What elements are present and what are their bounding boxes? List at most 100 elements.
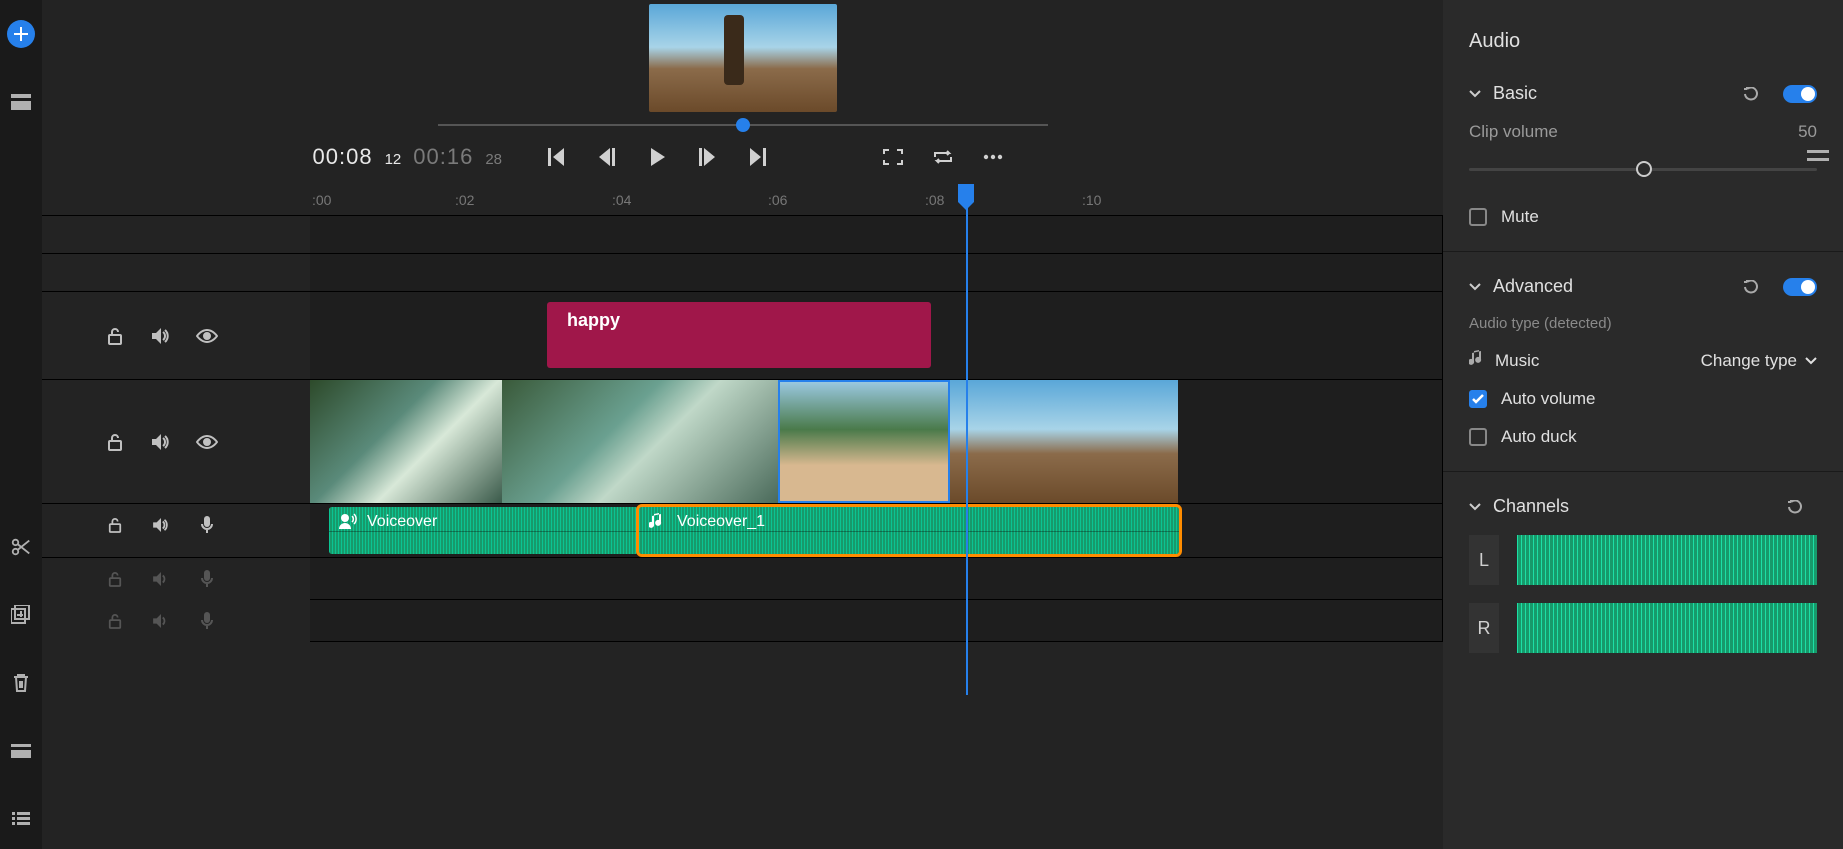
preview-monitor[interactable] xyxy=(649,4,837,112)
video-clip-4[interactable] xyxy=(950,380,1178,503)
channels-section-header[interactable]: Channels xyxy=(1469,496,1817,517)
main-area: 00:08 12 00:16 28 :00 :02 xyxy=(42,0,1443,849)
auto-duck-label: Auto duck xyxy=(1501,427,1577,447)
advanced-toggle[interactable] xyxy=(1783,278,1817,296)
video-track-header xyxy=(42,380,310,503)
duplicate-icon[interactable] xyxy=(7,601,35,629)
channels-label: Channels xyxy=(1493,496,1777,517)
basic-section-header[interactable]: Basic xyxy=(1469,83,1817,104)
chevron-down-icon xyxy=(1469,498,1483,516)
panel-view-icon[interactable] xyxy=(7,737,35,765)
channel-right-waveform xyxy=(1517,603,1817,653)
total-frames: 28 xyxy=(485,151,502,168)
left-rail xyxy=(0,0,42,849)
mute-track-icon[interactable] xyxy=(150,431,172,453)
clip-volume-row: Clip volume 50 xyxy=(1469,122,1817,142)
channel-right-label: R xyxy=(1469,603,1499,653)
audio-track-header xyxy=(42,600,310,642)
audio-clip-voiceover-1[interactable]: Voiceover_1 xyxy=(639,507,1179,554)
playhead-handle[interactable] xyxy=(958,184,974,202)
title-clip-label: happy xyxy=(567,310,620,330)
audio-type-value: Music xyxy=(1495,351,1689,371)
mic-icon[interactable] xyxy=(196,568,218,590)
audio-panel: Audio Basic Clip volume 50 Mute Advanced… xyxy=(1443,0,1843,849)
mic-icon[interactable] xyxy=(196,610,218,632)
change-type-button[interactable]: Change type xyxy=(1701,351,1817,371)
mute-label: Mute xyxy=(1501,207,1539,227)
total-time: 00:16 xyxy=(413,144,473,170)
audio-clip-label: Voiceover_1 xyxy=(677,513,765,531)
fullscreen-icon[interactable] xyxy=(882,146,904,168)
title-clip[interactable]: happy xyxy=(547,302,931,368)
visibility-icon[interactable] xyxy=(196,431,218,453)
auto-volume-checkbox[interactable] xyxy=(1469,390,1487,408)
scrub-handle[interactable] xyxy=(736,118,750,132)
ruler-tick: :02 xyxy=(455,192,474,208)
channel-right-row[interactable]: R xyxy=(1469,603,1817,653)
lock-icon[interactable] xyxy=(104,514,126,536)
list-view-icon[interactable] xyxy=(7,805,35,833)
music-note-icon xyxy=(649,513,663,534)
clip-volume-value[interactable]: 50 xyxy=(1798,122,1817,142)
auto-duck-checkbox[interactable] xyxy=(1469,428,1487,446)
step-forward-button[interactable] xyxy=(696,146,718,168)
project-panel-icon[interactable] xyxy=(7,88,35,116)
lock-icon[interactable] xyxy=(104,431,126,453)
lock-icon[interactable] xyxy=(104,610,126,632)
advanced-label: Advanced xyxy=(1493,276,1733,297)
mute-checkbox[interactable] xyxy=(1469,208,1487,226)
mute-track-icon[interactable] xyxy=(150,325,172,347)
trash-icon[interactable] xyxy=(7,669,35,697)
mute-track-icon[interactable] xyxy=(150,610,172,632)
slider-thumb[interactable] xyxy=(1636,161,1652,177)
panel-toggle-icon[interactable] xyxy=(1807,150,1829,169)
preview-scrub-bar[interactable] xyxy=(438,124,1048,126)
loop-icon[interactable] xyxy=(932,146,954,168)
audio-track-header xyxy=(42,504,310,546)
panel-title: Audio xyxy=(1469,30,1817,53)
channel-left-waveform xyxy=(1517,535,1817,585)
voiceover-icon xyxy=(339,513,357,534)
step-back-button[interactable] xyxy=(596,146,618,168)
go-to-start-button[interactable] xyxy=(546,146,568,168)
audio-clip-label: Voiceover xyxy=(367,513,437,531)
track-header xyxy=(42,254,310,291)
mic-icon[interactable] xyxy=(196,514,218,536)
basic-toggle[interactable] xyxy=(1783,85,1817,103)
advanced-section-header[interactable]: Advanced xyxy=(1469,276,1817,297)
current-time[interactable]: 00:08 xyxy=(313,144,373,170)
go-to-end-button[interactable] xyxy=(746,146,768,168)
mute-row[interactable]: Mute xyxy=(1469,207,1817,227)
lock-icon[interactable] xyxy=(104,325,126,347)
add-media-button[interactable] xyxy=(7,20,35,48)
playhead-line xyxy=(966,202,968,695)
auto-duck-row[interactable]: Auto duck xyxy=(1469,427,1817,447)
reset-icon[interactable] xyxy=(1787,500,1807,514)
play-button[interactable] xyxy=(646,146,668,168)
audio-clip-voiceover[interactable]: Voiceover xyxy=(329,507,638,554)
ruler-tick: :08 xyxy=(925,192,944,208)
ruler-tick: :00 xyxy=(312,192,331,208)
reset-icon[interactable] xyxy=(1743,87,1763,101)
preview-area: 00:08 12 00:16 28 xyxy=(42,0,1443,170)
ruler-tick: :10 xyxy=(1082,192,1101,208)
mute-track-icon[interactable] xyxy=(150,514,172,536)
more-options-icon[interactable] xyxy=(982,146,1004,168)
channel-left-row[interactable]: L xyxy=(1469,535,1817,585)
timeline: :00 :02 :04 :06 :08 :10 xyxy=(42,188,1443,849)
chevron-down-icon xyxy=(1469,85,1483,103)
clip-volume-slider[interactable] xyxy=(1469,168,1817,171)
track-header xyxy=(42,216,310,253)
timeline-ruler[interactable]: :00 :02 :04 :06 :08 :10 xyxy=(42,188,1443,216)
visibility-icon[interactable] xyxy=(196,325,218,347)
auto-volume-row[interactable]: Auto volume xyxy=(1469,389,1817,409)
video-clip-1[interactable] xyxy=(310,380,502,503)
reset-icon[interactable] xyxy=(1743,280,1763,294)
video-clip-2[interactable] xyxy=(502,380,778,503)
current-frames: 12 xyxy=(385,151,402,168)
lock-icon[interactable] xyxy=(104,568,126,590)
mute-track-icon[interactable] xyxy=(150,568,172,590)
scissors-icon[interactable] xyxy=(7,533,35,561)
audio-track-header xyxy=(42,558,310,600)
video-clip-3[interactable] xyxy=(778,380,950,503)
